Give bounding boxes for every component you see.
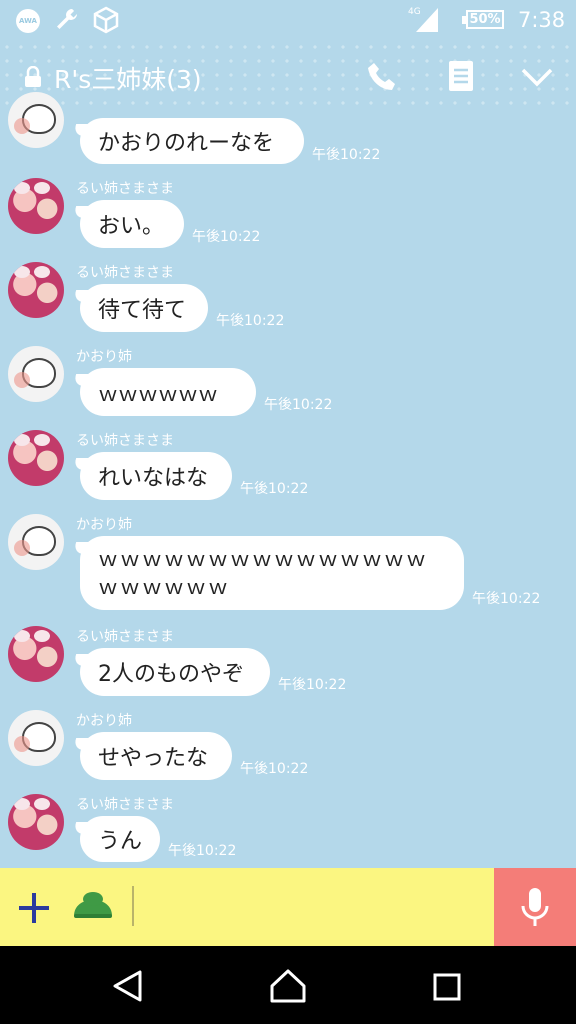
phone-icon[interactable] bbox=[366, 60, 400, 98]
sender-name: るい姉さまさま bbox=[76, 265, 174, 281]
sender-name: るい姉さまさま bbox=[76, 433, 174, 449]
message-time: 午後10:22 bbox=[264, 397, 333, 413]
home-icon[interactable] bbox=[268, 968, 308, 1008]
message-row: かおりのれーなを 午後10:22 bbox=[0, 92, 576, 172]
message-time: 午後10:22 bbox=[168, 843, 237, 859]
recent-apps-icon[interactable] bbox=[432, 972, 462, 1006]
sender-name: かおり姉 bbox=[76, 349, 132, 365]
wrench-icon bbox=[54, 6, 80, 37]
mic-button[interactable] bbox=[494, 868, 576, 946]
chevron-down-icon[interactable] bbox=[520, 66, 554, 92]
message-row: かおり姉 せやったな 午後10:22 bbox=[0, 708, 576, 786]
sender-name: るい姉さまさま bbox=[76, 629, 174, 645]
avatar[interactable] bbox=[8, 346, 64, 402]
avatar[interactable] bbox=[8, 178, 64, 234]
avatar[interactable] bbox=[8, 430, 64, 486]
avatar[interactable] bbox=[8, 626, 64, 682]
notes-icon[interactable] bbox=[448, 60, 474, 96]
message-time: 午後10:22 bbox=[278, 677, 347, 693]
lock-icon bbox=[24, 65, 42, 92]
navigation-bar bbox=[0, 946, 576, 1024]
cube-icon bbox=[92, 6, 120, 39]
signal-icon: 4G bbox=[408, 4, 440, 39]
sender-name: るい姉さまさま bbox=[76, 181, 174, 197]
sender-name: るい姉さまさま bbox=[76, 797, 174, 813]
message-time: 午後10:22 bbox=[192, 229, 261, 245]
chat-title[interactable]: R's三姉妹(3) bbox=[54, 60, 202, 96]
message-row: るい姉さまさま 2人のものやぞ 午後10:22 bbox=[0, 624, 576, 702]
message-bubble[interactable]: 待て待て bbox=[80, 284, 208, 332]
message-row: かおり姉 ｗｗｗｗｗｗｗｗｗｗｗｗｗｗｗｗｗｗｗｗｗ 午後10:22 bbox=[0, 512, 576, 614]
sticker-icon[interactable] bbox=[70, 890, 116, 926]
message-input[interactable] bbox=[132, 886, 134, 926]
message-bubble[interactable]: おい。 bbox=[80, 200, 184, 248]
avatar[interactable] bbox=[8, 92, 64, 148]
message-bubble[interactable]: ｗｗｗｗｗｗ bbox=[80, 368, 256, 416]
message-time: 午後10:22 bbox=[216, 313, 285, 329]
avatar[interactable] bbox=[8, 262, 64, 318]
battery-indicator: 50% bbox=[462, 10, 504, 29]
plus-icon[interactable] bbox=[16, 890, 52, 930]
avatar[interactable] bbox=[8, 710, 64, 766]
message-bubble[interactable]: れいなはな bbox=[80, 452, 232, 500]
message-bubble[interactable]: ｗｗｗｗｗｗｗｗｗｗｗｗｗｗｗｗｗｗｗｗｗ bbox=[80, 536, 464, 610]
status-bar: AWA 4G 50% 7:38 bbox=[0, 0, 576, 40]
message-time: 午後10:22 bbox=[240, 761, 309, 777]
message-row: るい姉さまさま 待て待て 午後10:22 bbox=[0, 260, 576, 338]
message-row: るい姉さまさま うん 午後10:22 bbox=[0, 792, 576, 866]
back-icon[interactable] bbox=[110, 968, 144, 1008]
sender-name: かおり姉 bbox=[76, 517, 132, 533]
message-row: かおり姉 ｗｗｗｗｗｗ 午後10:22 bbox=[0, 344, 576, 422]
message-time: 午後10:22 bbox=[240, 481, 309, 497]
message-bubble[interactable]: 2人のものやぞ bbox=[80, 648, 270, 696]
message-row: るい姉さまさま おい。 午後10:22 bbox=[0, 176, 576, 254]
svg-text:4G: 4G bbox=[408, 7, 421, 17]
message-row: るい姉さまさま れいなはな 午後10:22 bbox=[0, 428, 576, 506]
chat-header: R's三姉妹(3) bbox=[0, 40, 576, 112]
message-time: 午後10:22 bbox=[472, 591, 541, 607]
avatar[interactable] bbox=[8, 794, 64, 850]
message-bubble[interactable]: せやったな bbox=[80, 732, 232, 780]
awa-app-icon: AWA bbox=[16, 9, 40, 33]
avatar[interactable] bbox=[8, 514, 64, 570]
message-time: 午後10:22 bbox=[312, 147, 381, 163]
message-bubble[interactable]: うん bbox=[80, 816, 160, 862]
input-bar bbox=[0, 868, 494, 946]
mic-icon[interactable] bbox=[518, 886, 552, 932]
clock: 7:38 bbox=[518, 8, 566, 32]
sender-name: かおり姉 bbox=[76, 713, 132, 729]
message-bubble[interactable]: かおりのれーなを bbox=[80, 118, 304, 164]
